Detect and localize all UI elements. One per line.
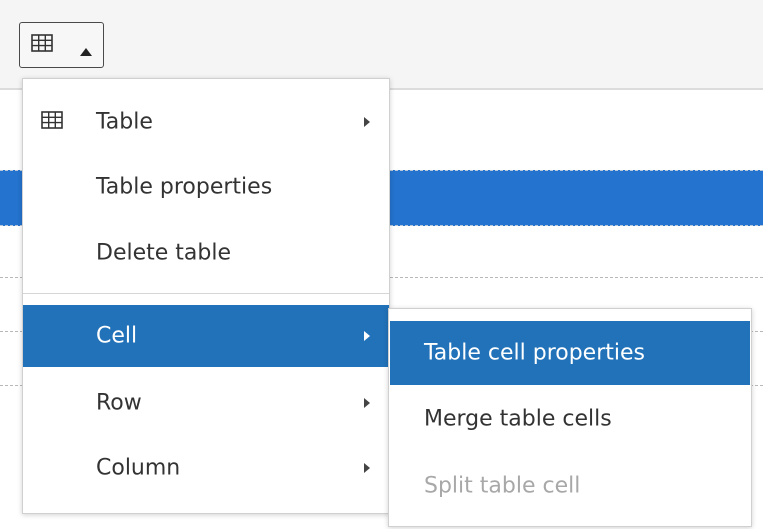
menu-divider bbox=[23, 293, 389, 294]
submenu-item-table-cell-properties[interactable]: Table cell properties bbox=[390, 321, 750, 385]
menu-item-label: Cell bbox=[96, 323, 138, 349]
caret-up-icon bbox=[80, 41, 92, 60]
table-grid-icon bbox=[41, 111, 63, 133]
table-grid-icon bbox=[31, 34, 53, 56]
table-menu-button[interactable] bbox=[19, 22, 104, 68]
chevron-right-icon bbox=[364, 331, 370, 341]
menu-item-label: Row bbox=[96, 390, 142, 416]
menu-item-table[interactable]: Table bbox=[23, 91, 389, 153]
menu-item-column[interactable]: Column bbox=[23, 437, 389, 499]
table-dropdown-menu: Table Table properties Delete table Cell… bbox=[22, 78, 390, 514]
chevron-right-icon bbox=[364, 463, 370, 473]
chevron-right-icon bbox=[364, 398, 370, 408]
submenu-item-merge-table-cells[interactable]: Merge table cells bbox=[390, 387, 750, 451]
menu-item-delete-table[interactable]: Delete table bbox=[23, 222, 389, 284]
submenu-item-label: Merge table cells bbox=[424, 406, 612, 432]
submenu-item-label: Table cell properties bbox=[424, 340, 645, 366]
submenu-item-label: Split table cell bbox=[424, 473, 581, 499]
menu-item-label: Table properties bbox=[96, 174, 273, 200]
menu-item-label: Delete table bbox=[96, 240, 231, 266]
menu-item-row[interactable]: Row bbox=[23, 372, 389, 434]
menu-item-cell[interactable]: Cell bbox=[23, 305, 389, 367]
chevron-right-icon bbox=[364, 117, 370, 127]
toolbar bbox=[0, 0, 763, 90]
menu-item-label: Column bbox=[96, 455, 181, 481]
submenu-item-split-table-cell: Split table cell bbox=[390, 454, 750, 518]
cell-submenu: Table cell properties Merge table cells … bbox=[388, 308, 752, 527]
menu-item-table-properties[interactable]: Table properties bbox=[23, 156, 389, 218]
menu-item-label: Table bbox=[96, 109, 153, 135]
